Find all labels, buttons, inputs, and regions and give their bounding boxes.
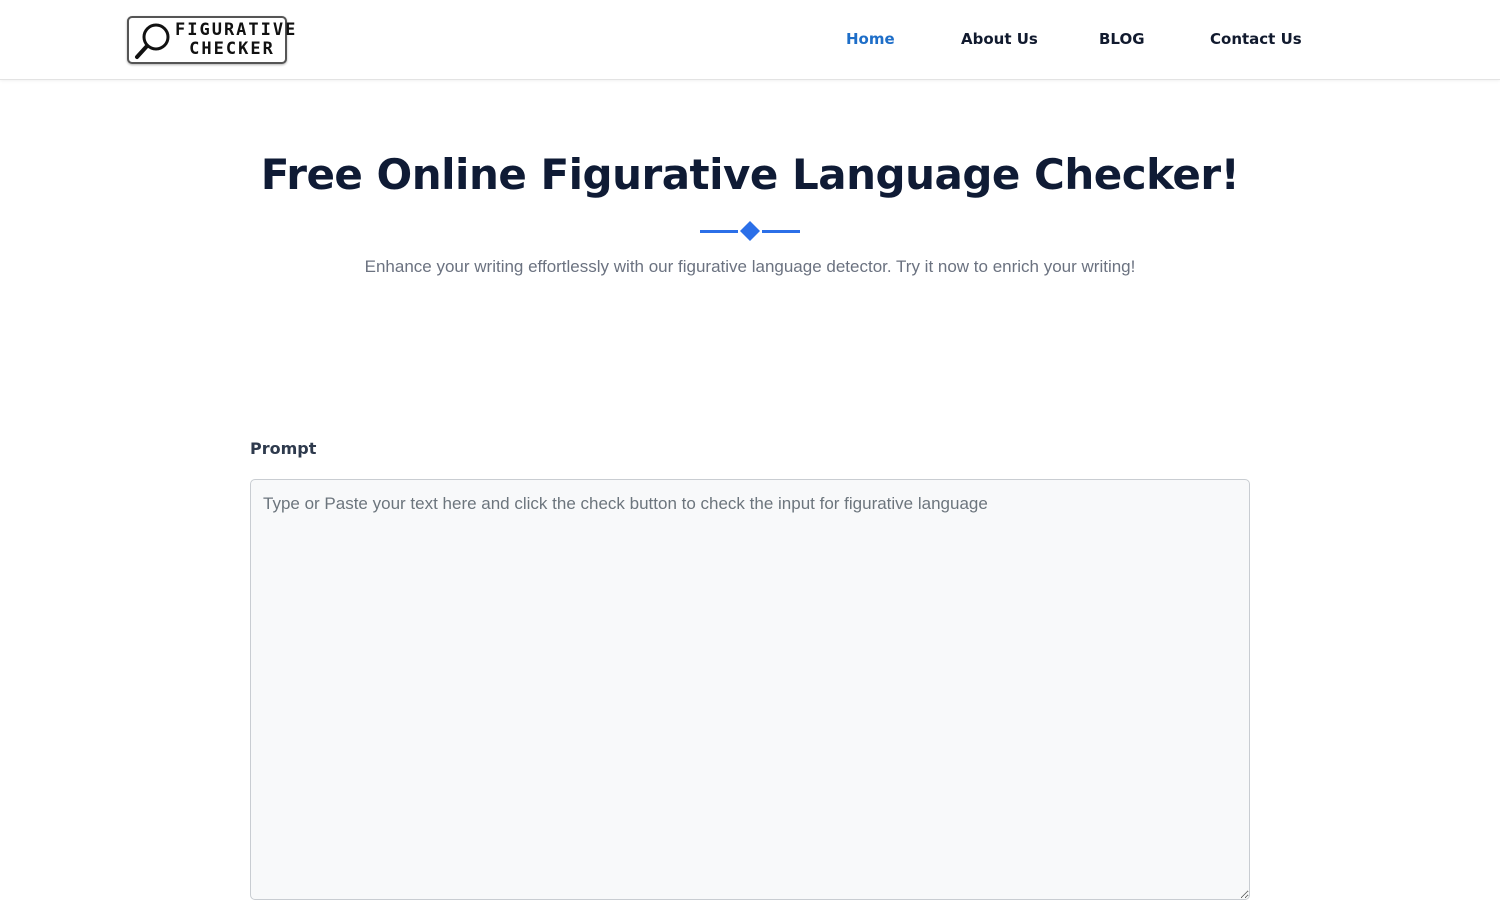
- site-header: FIGURATIVE CHECKER Home About Us BLOG Co…: [0, 0, 1500, 80]
- magnifier-icon: [135, 23, 170, 59]
- diamond-divider-icon: [700, 221, 800, 241]
- nav-blog[interactable]: BLOG: [1099, 30, 1145, 48]
- prompt-label: Prompt: [250, 439, 317, 458]
- logo-line-1: FIGURATIVE: [175, 20, 298, 40]
- page-subtitle: Enhance your writing effortlessly with o…: [364, 257, 1136, 276]
- page-title: Free Online Figurative Language Checker!: [260, 150, 1240, 199]
- logo-line-2: CHECKER: [189, 39, 275, 59]
- nav-about-us[interactable]: About Us: [961, 30, 1038, 48]
- nav-home[interactable]: Home: [846, 30, 895, 48]
- site-logo[interactable]: FIGURATIVE CHECKER: [127, 16, 295, 64]
- prompt-input[interactable]: [250, 479, 1250, 900]
- logo-text: FIGURATIVE CHECKER: [175, 21, 295, 59]
- nav-contact-us[interactable]: Contact Us: [1210, 30, 1302, 48]
